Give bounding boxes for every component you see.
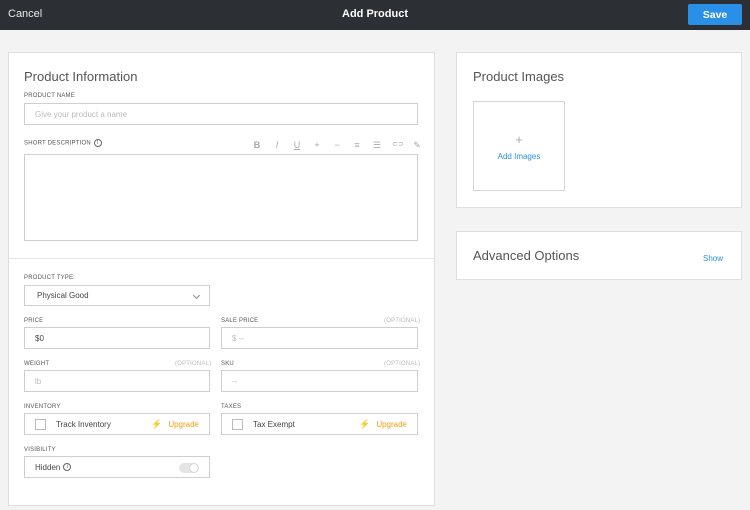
- product-images-title: Product Images: [473, 69, 565, 84]
- product-name-input[interactable]: Give your product a name: [24, 103, 418, 125]
- sale-price-optional: (OPTIONAL): [384, 318, 421, 324]
- save-button[interactable]: Save: [688, 4, 742, 25]
- product-name-label: PRODUCT NAME: [24, 93, 75, 99]
- ordered-list-icon[interactable]: ≡: [352, 140, 362, 151]
- sku-placeholder: --: [232, 376, 238, 386]
- advanced-options-title: Advanced Options: [473, 248, 580, 263]
- visibility-box: Hidden i: [24, 456, 210, 478]
- link-icon[interactable]: ⊂⊃: [392, 140, 404, 151]
- product-type-label: PRODUCT TYPE:: [24, 275, 76, 281]
- price-input[interactable]: $0: [24, 327, 210, 349]
- short-description-textarea[interactable]: [24, 154, 418, 241]
- inventory-upgrade-link[interactable]: ⚡ Upgrade: [151, 414, 199, 434]
- short-description-label: SHORT DESCRIPTION i: [24, 139, 102, 147]
- show-advanced-link[interactable]: Show: [703, 254, 723, 263]
- italic-icon[interactable]: I: [272, 140, 282, 151]
- top-bar: Cancel Add Product Save: [0, 0, 750, 30]
- text-format-toolbar: B I U + − ≡ ☰ ⊂⊃ ✎: [252, 140, 422, 151]
- inventory-label: INVENTORY: [24, 404, 61, 410]
- taxes-label: TAXES: [221, 404, 242, 410]
- product-name-placeholder: Give your product a name: [35, 109, 128, 119]
- price-label: PRICE: [24, 318, 44, 324]
- taxes-upgrade-link[interactable]: ⚡ Upgrade: [359, 414, 407, 434]
- visibility-label: VISIBILITY: [24, 447, 56, 453]
- inventory-box: Track Inventory ⚡ Upgrade: [24, 413, 210, 435]
- sku-label: SKU: [221, 361, 234, 367]
- lightning-icon: ⚡: [359, 418, 371, 429]
- product-type-select[interactable]: Physical Good: [24, 285, 210, 306]
- sale-price-label: SALE PRICE: [221, 318, 259, 324]
- taxes-box: Tax Exempt ⚡ Upgrade: [221, 413, 418, 435]
- weight-label: WEIGHT: [24, 361, 50, 367]
- taxes-upgrade-label: Upgrade: [376, 419, 407, 429]
- section-divider: [8, 258, 434, 259]
- price-value: $0: [35, 333, 44, 343]
- inventory-upgrade-label: Upgrade: [168, 419, 199, 429]
- toggle-knob: [190, 464, 198, 472]
- underline-icon[interactable]: U: [292, 140, 302, 151]
- track-inventory-label: Track Inventory: [56, 419, 111, 429]
- product-information-title: Product Information: [24, 69, 138, 84]
- lightning-icon: ⚡: [151, 418, 163, 429]
- decrease-size-icon[interactable]: −: [332, 140, 342, 151]
- weight-input[interactable]: lb: [24, 370, 210, 392]
- eraser-icon[interactable]: ✎: [412, 140, 422, 151]
- sku-optional: (OPTIONAL): [384, 361, 421, 367]
- visibility-value-text: Hidden: [35, 462, 61, 472]
- add-images-button[interactable]: + Add Images: [473, 101, 565, 191]
- sale-price-placeholder: $ --: [232, 333, 244, 343]
- plus-icon: +: [515, 132, 523, 147]
- bold-icon[interactable]: B: [252, 140, 262, 151]
- track-inventory-checkbox[interactable]: [35, 418, 46, 430]
- visibility-toggle[interactable]: [179, 463, 199, 473]
- tax-exempt-checkbox[interactable]: [232, 418, 243, 430]
- short-description-label-text: SHORT DESCRIPTION: [24, 140, 91, 147]
- sale-price-input[interactable]: $ --: [221, 327, 418, 349]
- weight-optional: (OPTIONAL): [175, 361, 212, 367]
- visibility-value: Hidden i: [35, 462, 72, 472]
- unordered-list-icon[interactable]: ☰: [372, 140, 382, 151]
- weight-placeholder: lb: [35, 376, 42, 386]
- product-type-value: Physical Good: [37, 291, 89, 300]
- info-icon[interactable]: i: [93, 139, 102, 147]
- info-icon[interactable]: i: [63, 463, 72, 472]
- page-title: Add Product: [342, 8, 408, 20]
- increase-size-icon[interactable]: +: [312, 140, 322, 151]
- chevron-down-icon: [192, 291, 201, 300]
- sku-input[interactable]: --: [221, 370, 418, 392]
- add-images-label: Add Images: [497, 152, 541, 161]
- tax-exempt-label: Tax Exempt: [253, 419, 295, 429]
